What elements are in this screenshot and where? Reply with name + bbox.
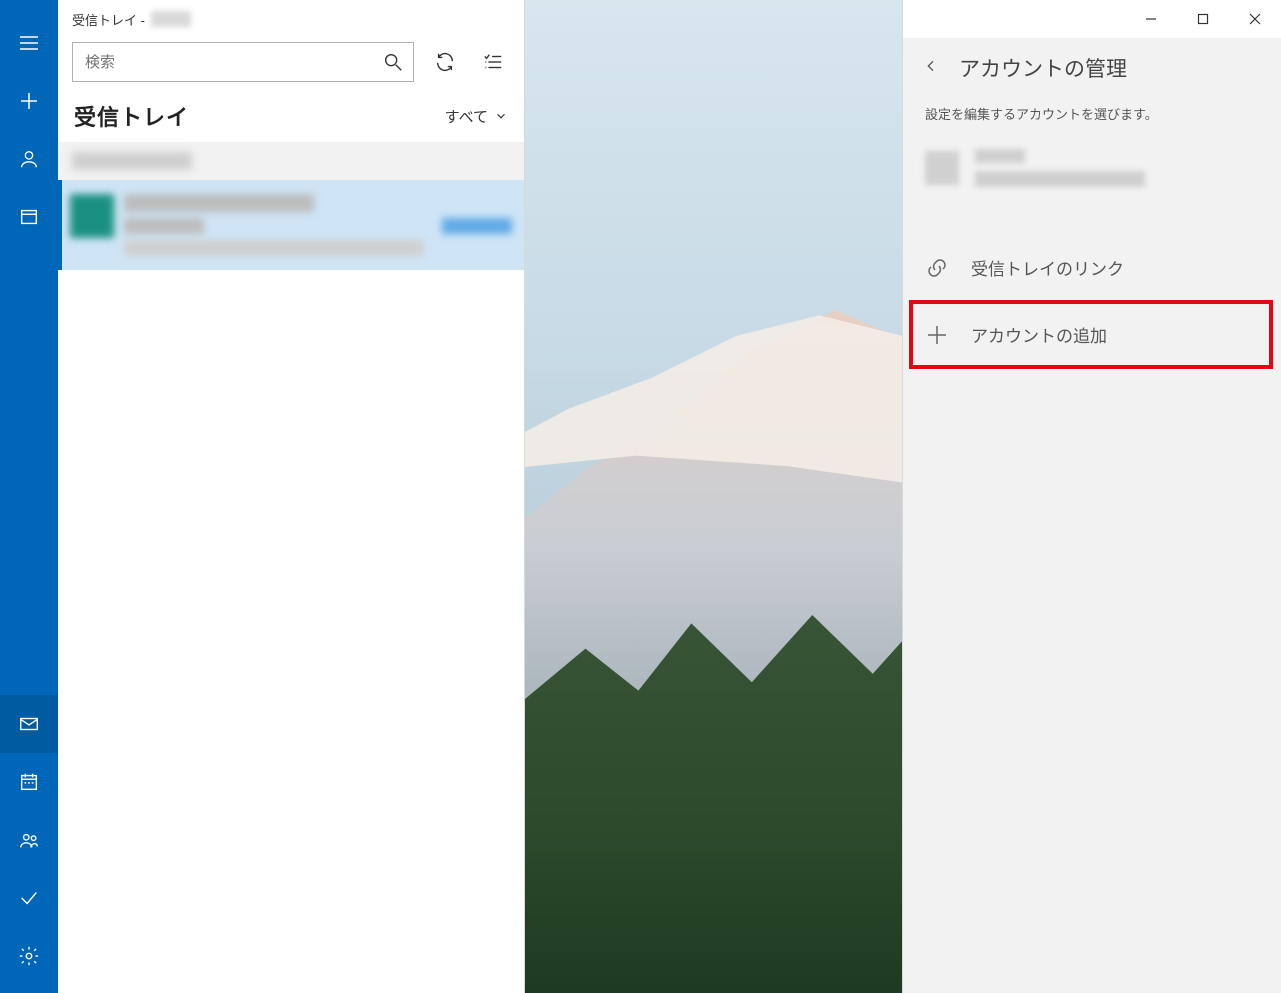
inbox-titlebar: 受信トレイ - [58,0,524,38]
add-account-label: アカウントの追加 [971,322,1107,347]
mail-list-item[interactable] [58,180,524,270]
search-box[interactable] [72,42,414,82]
inbox-toolbar [58,38,524,86]
left-nav [0,0,58,993]
sender-name-redacted [124,194,314,212]
mail-subject-redacted [124,218,204,234]
mail-app-button[interactable] [0,695,58,753]
search-icon [382,51,404,73]
link-icon [925,256,949,280]
folders-nav-button[interactable] [0,188,58,246]
close-icon [1249,13,1261,25]
chevron-down-icon [494,109,508,123]
plus-icon [925,323,949,347]
sender-avatar [70,194,114,238]
plus-icon [17,89,41,113]
people-app-button[interactable] [0,811,58,869]
window-controls [903,0,1281,38]
hamburger-icon [17,31,41,55]
settings-button[interactable] [0,927,58,985]
todo-app-button[interactable] [0,869,58,927]
add-account-button[interactable]: アカウントの追加 [911,302,1271,367]
window-maximize-button[interactable] [1177,0,1229,38]
inbox-column: 受信トレイ - 受信トレイ すべて [58,0,525,993]
mail-time-redacted [442,218,512,234]
chevron-left-icon [923,58,939,74]
refresh-icon [434,51,456,73]
date-group-label-redacted [72,152,192,170]
link-inboxes-label: 受信トレイのリンク [971,255,1124,280]
new-mail-button[interactable] [0,72,58,130]
pane-description: 設定を編集するアカウントを選びます。 [903,104,1281,139]
select-mode-button[interactable] [476,45,510,79]
mail-icon [18,713,40,735]
people-icon [18,829,40,851]
calendar-app-button[interactable] [0,753,58,811]
pane-title: アカウントの管理 [959,53,1127,83]
pane-header: アカウントの管理 [903,38,1281,104]
maximize-icon [1197,13,1209,25]
inbox-heading: 受信トレイ [74,100,189,132]
minimize-icon [1145,13,1157,25]
check-icon [18,887,40,909]
window-minimize-button[interactable] [1125,0,1177,38]
filter-dropdown[interactable]: すべて [445,106,508,127]
checklist-icon [482,51,504,73]
search-button[interactable] [373,51,413,73]
filter-label: すべて [445,106,488,127]
date-group-header [58,142,524,180]
calendar-icon [18,771,40,793]
account-entry[interactable] [903,139,1281,203]
account-settings-pane: アカウントの管理 設定を編集するアカウントを選びます。 受信トレイのリンク アカ… [902,0,1281,993]
gear-icon [18,945,40,967]
person-icon [18,148,40,170]
inbox-title-prefix: 受信トレイ - [72,10,145,29]
folder-icon [18,206,40,228]
inbox-section-header: 受信トレイ すべて [58,86,524,142]
link-inboxes-button[interactable]: 受信トレイのリンク [903,233,1281,302]
account-icon-redacted [925,151,959,185]
account-name-redacted [151,11,191,27]
mail-preview-redacted [124,240,424,256]
account-name-redacted [975,149,1025,163]
account-email-redacted [975,171,1145,187]
window-close-button[interactable] [1229,0,1281,38]
sync-button[interactable] [428,45,462,79]
accounts-nav-button[interactable] [0,130,58,188]
back-button[interactable] [917,50,945,86]
hamburger-menu-button[interactable] [0,14,58,72]
search-input[interactable] [73,54,373,71]
